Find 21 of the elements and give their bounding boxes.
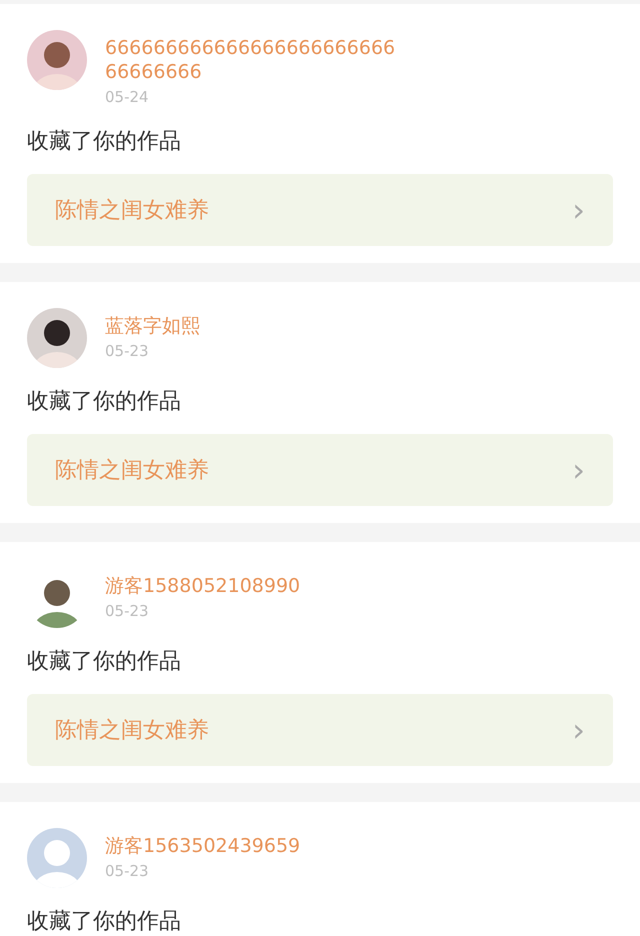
action-text: 收藏了你的作品 — [27, 648, 182, 676]
user-name[interactable]: 游客1588052108990 — [105, 574, 405, 598]
chevron-icon: › — [572, 454, 585, 486]
action-text: 收藏了你的作品 — [27, 908, 182, 936]
user-name[interactable]: 蓝落字如熙 — [105, 314, 405, 338]
chevron-icon: › — [572, 714, 585, 746]
date-text: 05-23 — [105, 341, 150, 362]
date-text: 05-24 — [105, 87, 150, 108]
work-title: 陈情之闺女难养 — [55, 717, 209, 745]
date-text: 05-23 — [105, 601, 150, 622]
chevron-icon: › — [572, 194, 585, 226]
action-text: 收藏了你的作品 — [27, 128, 182, 156]
user-name[interactable]: 66666666666666666666666666666666 — [105, 36, 405, 84]
work-title: 陈情之闺女难养 — [55, 197, 209, 225]
work-link[interactable]: 陈情之闺女难养 › — [27, 434, 613, 506]
work-title: 陈情之闺女难养 — [55, 457, 209, 485]
work-link[interactable]: 陈情之闺女难养 › — [27, 694, 613, 766]
work-link[interactable]: 陈情之闺女难养 › — [27, 174, 613, 246]
date-text: 05-23 — [105, 861, 150, 882]
action-text: 收藏了你的作品 — [27, 388, 182, 416]
user-name[interactable]: 游客1563502439659 — [105, 834, 405, 858]
